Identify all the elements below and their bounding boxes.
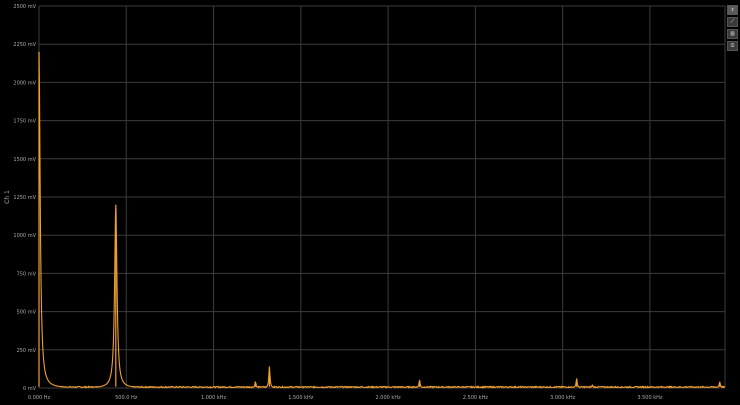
x-tick-label: 500.0 Hz bbox=[115, 395, 138, 401]
y-tick-label: 2250 mV bbox=[13, 42, 36, 48]
y-tick-label: 1250 mV bbox=[13, 195, 36, 201]
y-tick-label: 0 mV bbox=[23, 386, 37, 392]
y-tick-label: 2000 mV bbox=[13, 80, 36, 86]
y-tick-label: 1000 mV bbox=[13, 233, 36, 239]
x-tick-label: 3.500 kHz bbox=[637, 395, 663, 401]
x-tick-label: 2.500 kHz bbox=[463, 395, 489, 401]
x-tick-label: 3.000 kHz bbox=[550, 395, 576, 401]
vertical-scale-button[interactable]: ↕ bbox=[727, 5, 738, 15]
y-tick-label: 2500 mV bbox=[13, 4, 36, 10]
y-tick-label: 500 mV bbox=[17, 310, 37, 316]
spectrum-trace bbox=[38, 51, 726, 389]
y-axis-title: Ch 1 bbox=[4, 190, 11, 204]
x-tick-label: 0.000 Hz bbox=[28, 395, 51, 401]
x-tick-label: 1.500 kHz bbox=[288, 395, 314, 401]
fit-screen-icon: ⊡ bbox=[730, 42, 735, 49]
x-tick-label: 2.000 kHz bbox=[376, 395, 402, 401]
cursor-button[interactable]: ▤ bbox=[727, 29, 738, 39]
y-tick-label: 1750 mV bbox=[13, 119, 36, 125]
cursor-box-icon: ▤ bbox=[730, 30, 735, 37]
arrows-vertical-icon: ↕ bbox=[730, 6, 735, 13]
spectrum-plot[interactable]: 0 mV 250 mV 500 mV 750 mV 1000 mV 1250 mV 1500… bbox=[0, 0, 740, 405]
line-chart-icon: ⟋ bbox=[730, 18, 735, 25]
plot-toolbar: ↕ ⟋ ▤ ⊡ bbox=[727, 5, 738, 51]
y-tick-label: 250 mV bbox=[17, 348, 37, 354]
y-tick-label: 750 mV bbox=[17, 271, 37, 277]
x-tick-label: 1.000 kHz bbox=[201, 395, 227, 401]
y-tick-label: 1500 mV bbox=[13, 157, 36, 163]
trace-button[interactable]: ⟋ bbox=[727, 17, 738, 27]
fit-button[interactable]: ⊡ bbox=[727, 41, 738, 51]
